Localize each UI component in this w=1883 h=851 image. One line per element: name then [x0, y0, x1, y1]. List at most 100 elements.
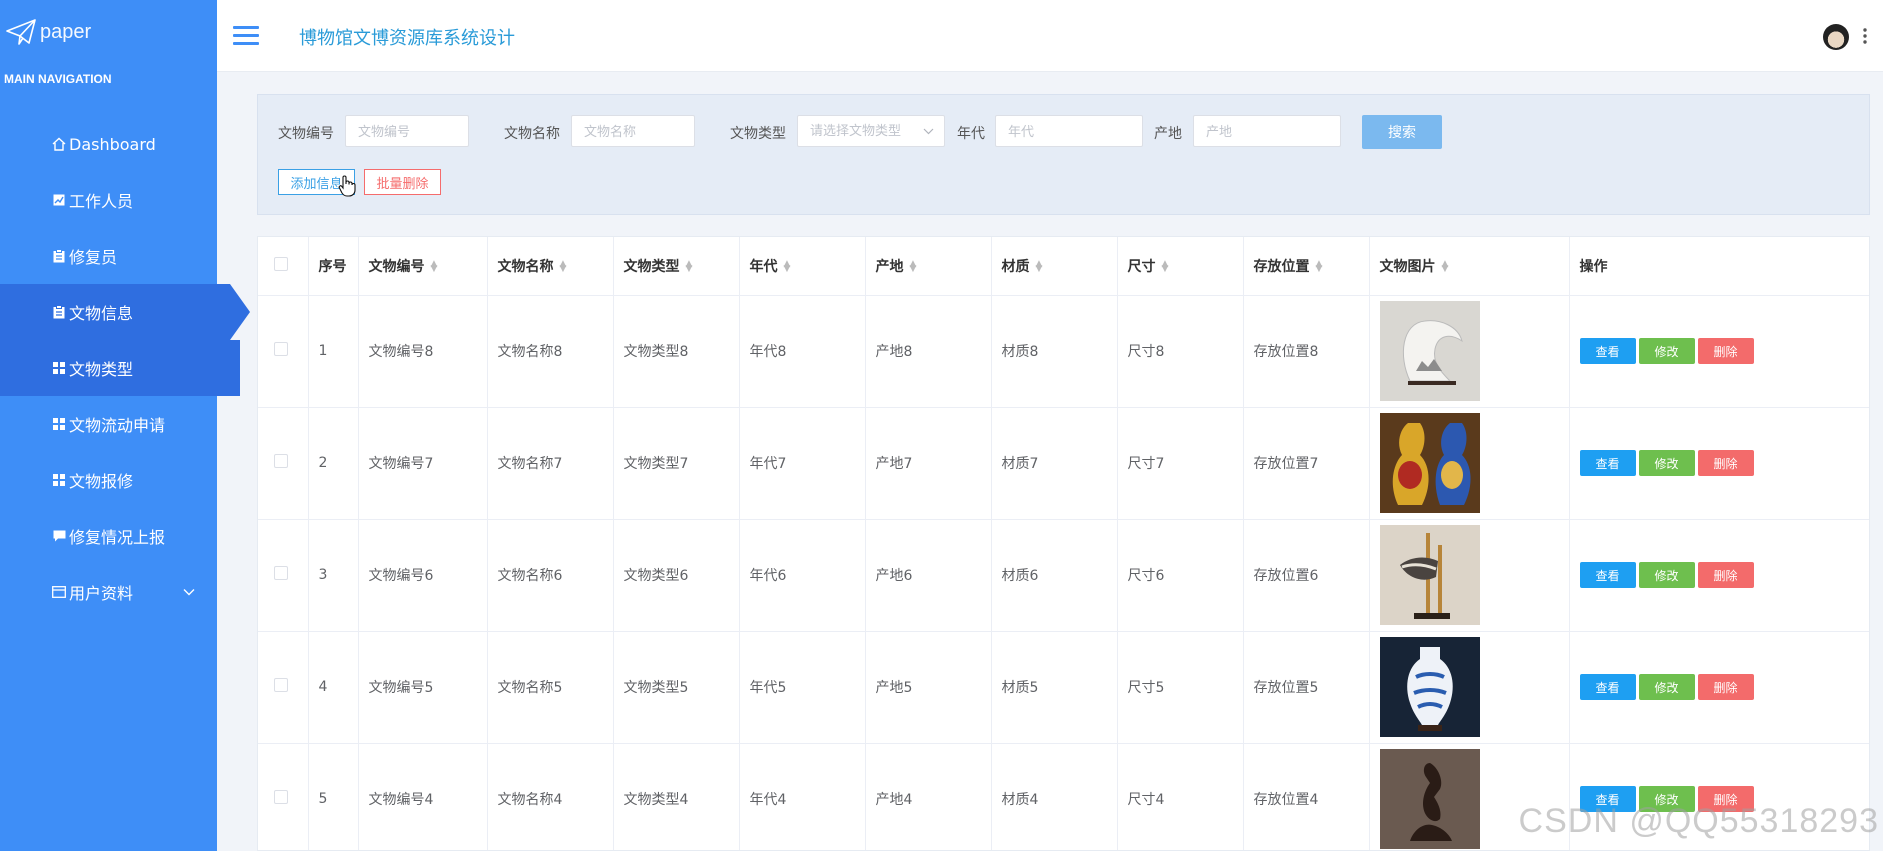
relic-image[interactable] [1379, 637, 1480, 737]
column-header[interactable]: 材质 ▲ ▼ [991, 237, 1118, 296]
sidebar-item-relic-info[interactable]: 文物信息 [0, 284, 250, 340]
sidebar-item-staff[interactable]: 工作人员 [0, 172, 217, 228]
code-input[interactable] [345, 115, 469, 147]
sidebar-item-user-profile[interactable]: 用户资料 [0, 564, 217, 620]
sidebar-item-relic-type[interactable]: 文物类型 [0, 340, 240, 396]
row-select-cell [258, 407, 309, 520]
column-header[interactable]: 产地 ▲ ▼ [865, 237, 992, 296]
code-label: 文物编号 [278, 126, 334, 142]
sort-icon[interactable]: ▲ ▼ [560, 259, 567, 273]
origin-label: 产地 [1154, 126, 1182, 142]
row-select-cell [258, 295, 309, 408]
sort-icon[interactable]: ▲ ▼ [431, 259, 438, 273]
table-row: 4 文物编号5 文物名称5 文物类型5 年代5 产地5 材质5 尺寸5 存放位置… [258, 631, 1869, 744]
clipboard-icon [51, 248, 67, 264]
relic-image[interactable] [1379, 525, 1480, 625]
sidebar-menu: Dashboard 工作人员 修复员 文物信息 文物类型 文物流动申请 文物报修… [0, 116, 250, 620]
edit-button[interactable]: 修改 [1638, 562, 1695, 588]
type-label: 文物类型 [730, 126, 786, 142]
edit-button[interactable]: 修改 [1638, 338, 1695, 364]
more-vertical-icon[interactable] [1863, 28, 1869, 44]
name-input[interactable] [571, 115, 695, 147]
cell-image [1369, 519, 1570, 632]
column-header-label: 尺寸 [1127, 258, 1156, 275]
column-header[interactable]: 尺寸 ▲ ▼ [1117, 237, 1244, 296]
column-header-label: 产地 [875, 258, 904, 275]
sort-icon[interactable]: ▲ ▼ [1162, 259, 1169, 273]
view-button[interactable]: 查看 [1579, 674, 1636, 700]
delete-button[interactable]: 删除 [1697, 338, 1754, 364]
sort-icon[interactable]: ▲ ▼ [784, 259, 791, 273]
row-checkbox[interactable] [274, 678, 288, 692]
column-header[interactable]: 文物名称 ▲ ▼ [487, 237, 614, 296]
sort-icon[interactable]: ▲ ▼ [1036, 259, 1043, 273]
column-header[interactable]: 文物图片 ▲ ▼ [1369, 237, 1570, 296]
cell-image [1369, 295, 1570, 408]
cell-size: 尺寸7 [1117, 407, 1244, 520]
cell-type: 文物类型6 [613, 519, 740, 632]
cell-era: 年代7 [739, 407, 866, 520]
cell-index: 5 [308, 743, 359, 850]
edit-button[interactable]: 修改 [1638, 450, 1695, 476]
row-checkbox[interactable] [274, 454, 288, 468]
origin-input-field[interactable] [1206, 116, 1340, 146]
sort-icon[interactable]: ▲ ▼ [686, 259, 693, 273]
row-select-cell [258, 519, 309, 632]
column-header[interactable]: 年代 ▲ ▼ [739, 237, 866, 296]
search-button[interactable]: 搜索 [1362, 115, 1442, 149]
row-select-cell [258, 743, 309, 850]
code-input-field[interactable] [358, 116, 468, 146]
select-all-cell [258, 237, 309, 296]
sort-icon[interactable]: ▲ ▼ [1442, 259, 1449, 273]
sidebar-item-label: 文物流动申请 [69, 416, 166, 435]
row-select-cell [258, 631, 309, 744]
row-checkbox[interactable] [274, 790, 288, 804]
delete-button[interactable]: 删除 [1697, 450, 1754, 476]
cell-location: 存放位置4 [1243, 743, 1370, 850]
cell-actions: 查看 修改 删除 [1569, 631, 1869, 744]
select-all-checkbox[interactable] [274, 256, 288, 271]
name-input-field[interactable] [584, 116, 694, 146]
era-input[interactable] [995, 115, 1143, 147]
avatar[interactable] [1823, 24, 1849, 50]
view-button[interactable]: 查看 [1579, 338, 1636, 364]
watermark: CSDN @QQ55318293 [1518, 802, 1879, 840]
edit-button[interactable]: 修改 [1638, 674, 1695, 700]
row-checkbox[interactable] [274, 566, 288, 580]
batch-delete-button[interactable]: 批量删除 [364, 169, 441, 195]
type-select[interactable]: 请选择文物类型 [797, 115, 945, 147]
column-header[interactable]: 存放位置 ▲ ▼ [1243, 237, 1370, 296]
cell-image [1369, 631, 1570, 744]
cell-name: 文物名称4 [487, 743, 614, 850]
era-input-field[interactable] [1008, 116, 1142, 146]
relic-image[interactable] [1379, 413, 1480, 513]
cell-origin: 产地4 [865, 743, 992, 850]
column-header[interactable]: 文物类型 ▲ ▼ [613, 237, 740, 296]
column-header-label: 文物编号 [368, 258, 425, 275]
hamburger-menu-icon[interactable] [233, 26, 259, 46]
origin-input[interactable] [1193, 115, 1341, 147]
table-row: 3 文物编号6 文物名称6 文物类型6 年代6 产地6 材质6 尺寸6 存放位置… [258, 519, 1869, 632]
view-button[interactable]: 查看 [1579, 562, 1636, 588]
sidebar-item-relic-repair[interactable]: 文物报修 [0, 452, 217, 508]
delete-button[interactable]: 删除 [1697, 674, 1754, 700]
view-button[interactable]: 查看 [1579, 450, 1636, 476]
sort-icon[interactable]: ▲ ▼ [910, 259, 917, 273]
delete-button[interactable]: 删除 [1697, 562, 1754, 588]
column-header[interactable]: 文物编号 ▲ ▼ [358, 237, 488, 296]
sidebar-item-dashboard[interactable]: Dashboard [0, 116, 217, 172]
sidebar-item-relic-flow[interactable]: 文物流动申请 [0, 396, 217, 452]
sort-icon[interactable]: ▲ ▼ [1316, 259, 1323, 273]
grid-icon [51, 472, 67, 488]
sidebar-item-restorer[interactable]: 修复员 [0, 228, 217, 284]
cell-location: 存放位置5 [1243, 631, 1370, 744]
cell-material: 材质4 [991, 743, 1118, 850]
sidebar-item-label: Dashboard [69, 134, 156, 154]
relic-image[interactable] [1379, 301, 1480, 401]
cell-size: 尺寸8 [1117, 295, 1244, 408]
logo[interactable]: paper [0, 0, 217, 64]
sidebar-item-repair-report[interactable]: 修复情况上报 [0, 508, 217, 564]
row-checkbox[interactable] [274, 342, 288, 356]
cell-actions: 查看 修改 删除 [1569, 519, 1869, 632]
relic-image[interactable] [1379, 749, 1480, 849]
